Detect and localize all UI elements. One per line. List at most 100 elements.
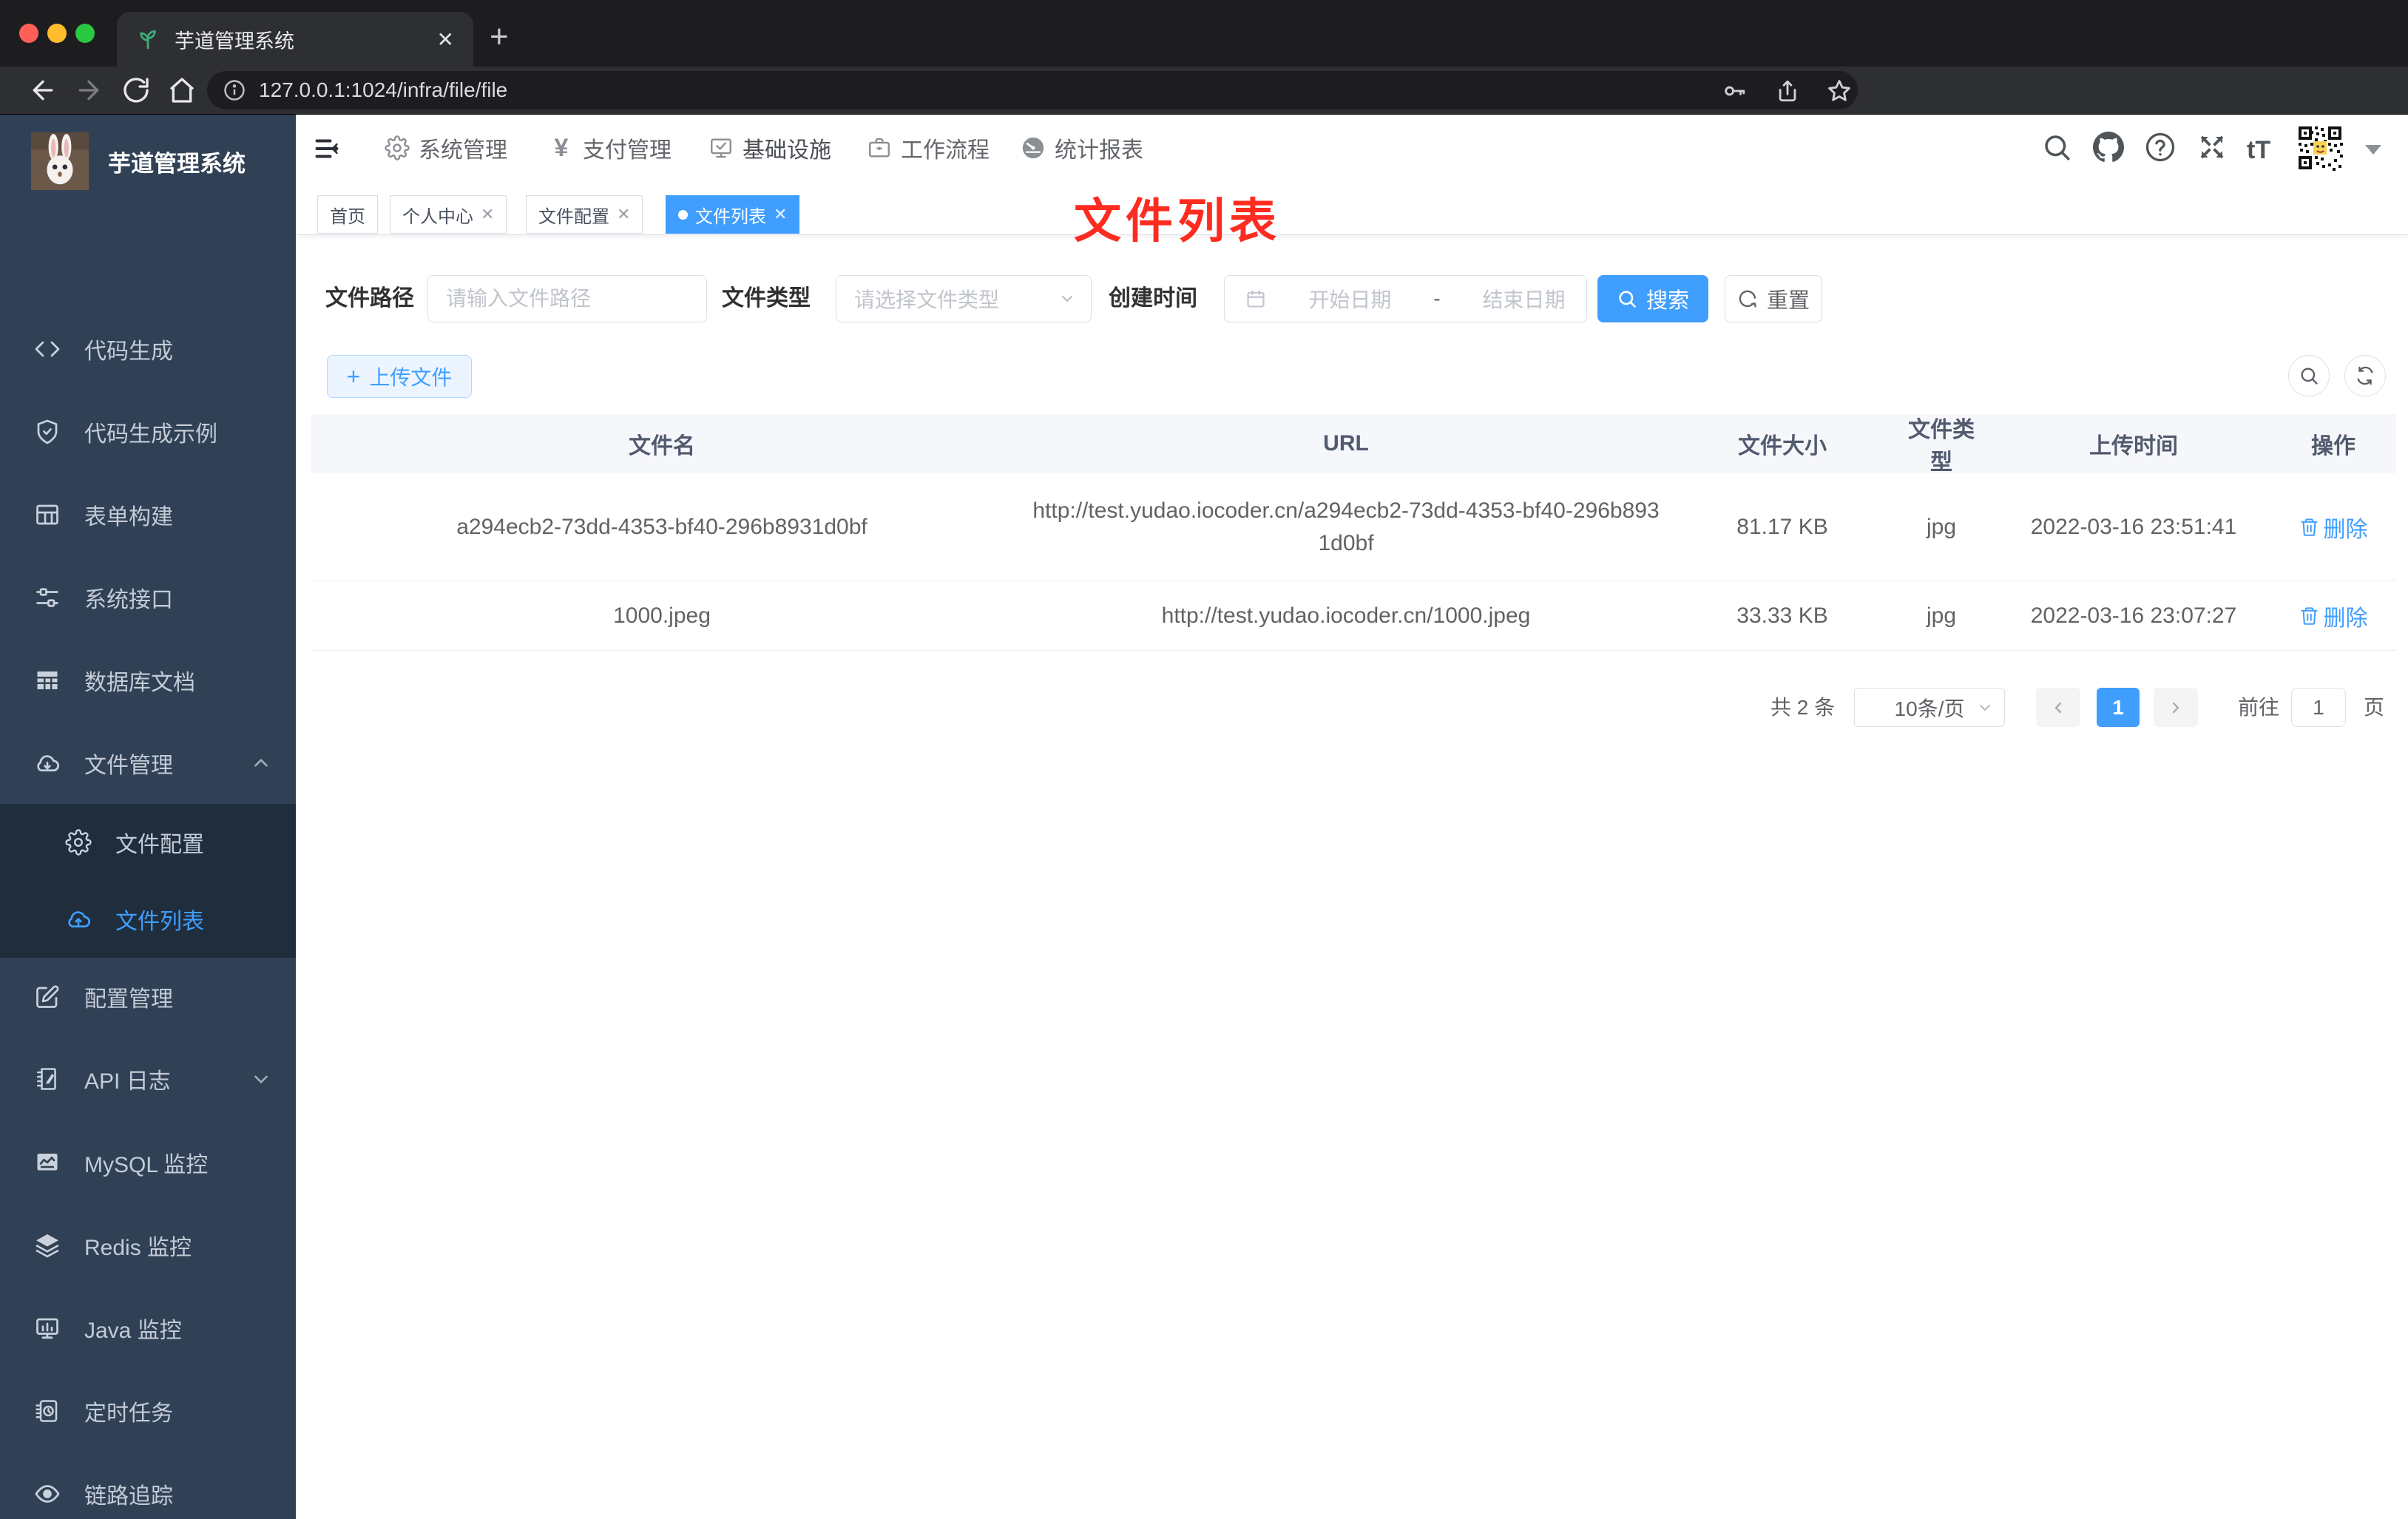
- topnav-workflow[interactable]: 工作流程: [867, 115, 990, 181]
- minimize-window-button[interactable]: [47, 24, 67, 43]
- browser-tab[interactable]: 芋道管理系统 ✕: [117, 12, 473, 67]
- file-path-input-field[interactable]: [428, 276, 706, 322]
- current-page-label: 1: [2112, 695, 2124, 719]
- file-type-placeholder: 请选择文件类型: [854, 288, 1000, 311]
- page-jump-input[interactable]: [2291, 688, 2346, 727]
- fullscreen-icon[interactable]: [2196, 132, 2228, 163]
- column-header-action[interactable]: 操作: [2270, 427, 2396, 460]
- sidebar-item-file-config[interactable]: 文件配置: [0, 804, 296, 881]
- delete-button[interactable]: 删除: [2299, 511, 2368, 544]
- search-button-label: 搜索: [1646, 289, 1689, 313]
- sidebar-item-tracing[interactable]: 链路追踪: [0, 1452, 296, 1519]
- tab-home[interactable]: 首页: [317, 195, 378, 234]
- avatar-dropdown-caret-icon[interactable]: [2365, 145, 2381, 155]
- sidebar-item-code-gen-demo[interactable]: 代码生成示例: [0, 390, 296, 473]
- help-icon[interactable]: [2145, 132, 2176, 163]
- sidebar-item-file-list[interactable]: 文件列表: [0, 881, 296, 958]
- password-key-icon[interactable]: [1722, 78, 1747, 104]
- url-bar[interactable]: 127.0.0.1:1024/infra/file/file: [207, 71, 1858, 109]
- sidebar-item-label: 表单构建: [84, 505, 173, 530]
- code-icon: [35, 341, 60, 357]
- form-grid-icon: [36, 504, 58, 525]
- sidebar-collapse-icon[interactable]: [314, 135, 340, 162]
- back-icon[interactable]: [28, 75, 58, 105]
- app-title: 芋道管理系统: [108, 150, 246, 177]
- prev-page-button[interactable]: [2036, 688, 2080, 727]
- date-range-picker[interactable]: 开始日期 - 结束日期: [1224, 275, 1587, 322]
- topnav-system[interactable]: 系统管理: [385, 115, 507, 181]
- tab-profile[interactable]: 个人中心 ✕: [390, 195, 507, 234]
- sidebar-item-form-builder[interactable]: 表单构建: [0, 473, 296, 556]
- search-button[interactable]: 搜索: [1597, 275, 1708, 322]
- delete-button[interactable]: 删除: [2299, 600, 2368, 632]
- page-size-select[interactable]: 10条/页: [1854, 688, 2005, 727]
- sidebar-item-label: 文件列表: [115, 910, 204, 934]
- column-header-time[interactable]: 上传时间: [1997, 427, 2270, 460]
- column-header-filename[interactable]: 文件名: [311, 427, 1013, 460]
- new-tab-button[interactable]: +: [490, 21, 509, 53]
- sidebar-item-java-monitor[interactable]: Java 监控: [0, 1287, 296, 1370]
- search-icon[interactable]: [2041, 132, 2072, 163]
- sidebar-item-label: 链路追踪: [84, 1484, 173, 1509]
- edit-square-icon: [36, 985, 59, 1008]
- screen: 芋道管理系统 ✕ + 127.0.0.1:1024/infra/file/fil…: [0, 0, 2408, 1519]
- tab-close-icon[interactable]: ✕: [617, 205, 630, 224]
- close-window-button[interactable]: [19, 24, 38, 43]
- refresh-table-button[interactable]: [2344, 355, 2386, 396]
- reset-button[interactable]: 重置: [1725, 275, 1822, 322]
- sidebar-item-system-api[interactable]: 系统接口: [0, 556, 296, 639]
- site-info-icon[interactable]: [223, 79, 246, 101]
- column-header-size[interactable]: 文件大小: [1679, 427, 1886, 460]
- avatar[interactable]: [2296, 124, 2344, 172]
- sidebar-logo[interactable]: 芋道管理系统: [31, 132, 246, 190]
- next-page-button[interactable]: [2154, 688, 2198, 727]
- topnav-reports[interactable]: 统计报表: [1021, 115, 1143, 181]
- tab-close-icon[interactable]: ✕: [437, 27, 454, 52]
- share-icon[interactable]: [1775, 78, 1800, 104]
- sidebar-item-mysql-monitor[interactable]: MySQL 监控: [0, 1121, 296, 1204]
- browser-toolbar: 127.0.0.1:1024/infra/file/file 11 ⌘ y: [0, 67, 2408, 180]
- filter-path-label: 文件路径: [325, 286, 414, 311]
- sidebar-item-config-management[interactable]: 配置管理: [0, 955, 296, 1038]
- delete-label: 删除: [2323, 606, 2368, 631]
- sidebar-item-label: API 日志: [84, 1069, 171, 1094]
- topnav-label: 基础设施: [743, 138, 831, 163]
- sidebar-item-redis-monitor[interactable]: Redis 监控: [0, 1204, 296, 1287]
- sidebar-item-db-doc[interactable]: 数据库文档: [0, 639, 296, 722]
- font-size-icon[interactable]: tT: [2247, 136, 2278, 167]
- table-row: 1000.jpeg http://test.yudao.iocoder.cn/1…: [311, 581, 2396, 651]
- goto-label: 前往: [2238, 696, 2280, 719]
- topnav-payment[interactable]: ¥ 支付管理: [549, 115, 672, 181]
- sidebar-item-file-management[interactable]: 文件管理: [0, 722, 296, 805]
- sidebar-item-label: 数据库文档: [84, 671, 195, 695]
- column-header-type[interactable]: 文件类型: [1886, 411, 1997, 476]
- upload-file-button[interactable]: + 上传文件: [327, 355, 472, 398]
- sidebar-item-api-log[interactable]: API 日志: [0, 1038, 296, 1120]
- page-number-1[interactable]: 1: [2097, 688, 2140, 727]
- tab-file-list[interactable]: 文件列表 ✕: [666, 195, 800, 234]
- file-path-input[interactable]: [427, 275, 707, 322]
- forward-icon[interactable]: [74, 75, 104, 105]
- topnav-label: 支付管理: [583, 138, 672, 163]
- page-jump-field[interactable]: [2292, 689, 2345, 726]
- column-header-url[interactable]: URL: [1013, 427, 1679, 460]
- date-separator: -: [1433, 287, 1441, 310]
- sidebar-item-scheduled-tasks[interactable]: 定时任务: [0, 1370, 296, 1452]
- tab-file-config[interactable]: 文件配置 ✕: [526, 195, 643, 234]
- github-icon[interactable]: [2093, 132, 2124, 163]
- bookmark-star-icon[interactable]: [1827, 78, 1852, 104]
- maximize-window-button[interactable]: [75, 24, 95, 43]
- home-icon[interactable]: [167, 75, 197, 105]
- file-type-select[interactable]: 请选择文件类型: [836, 275, 1092, 322]
- topnav-infra[interactable]: 基础设施: [708, 115, 831, 181]
- red-annotation-text: 文件列表: [1074, 194, 1281, 248]
- monitor-bars-icon: [36, 1318, 58, 1339]
- sidebar-item-code-gen[interactable]: 代码生成: [0, 308, 296, 390]
- tab-close-icon[interactable]: ✕: [481, 205, 494, 224]
- show-search-button[interactable]: [2288, 355, 2330, 396]
- briefcase-icon: [869, 138, 890, 158]
- tab-close-icon[interactable]: ✕: [774, 205, 787, 224]
- logo-rabbit-image: [31, 132, 89, 190]
- end-date-placeholder: 结束日期: [1482, 288, 1566, 311]
- reload-icon[interactable]: [121, 75, 151, 105]
